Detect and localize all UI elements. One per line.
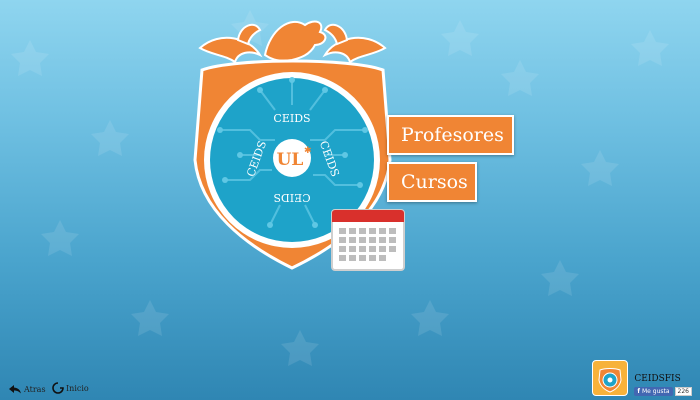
cursos-label: Cursos bbox=[401, 171, 468, 193]
like-count: 226 bbox=[674, 387, 692, 396]
calendar-icon[interactable] bbox=[330, 208, 406, 272]
ring-text-top: CEIDS bbox=[273, 112, 310, 125]
facebook-like-button[interactable]: f Me gusta bbox=[634, 387, 673, 396]
facebook-icon: f bbox=[637, 388, 640, 395]
dragon-crest-icon bbox=[198, 20, 387, 64]
like-label: Me gusta bbox=[642, 388, 670, 395]
cursos-button[interactable]: Cursos bbox=[387, 162, 477, 202]
ul-star-icon: ✱ bbox=[304, 146, 312, 156]
profesores-button[interactable]: Profesores bbox=[387, 115, 514, 155]
ul-logo-text: UL bbox=[277, 150, 304, 170]
ceidsfis-logo-icon[interactable] bbox=[592, 360, 629, 396]
ceidsfis-brand: CEIDSFIS f Me gusta 226 bbox=[592, 360, 692, 396]
home-swirl-icon bbox=[52, 382, 64, 394]
ring-text-bottom: CEIDS bbox=[273, 191, 310, 204]
back-arrow-icon bbox=[9, 385, 21, 394]
profesores-label: Profesores bbox=[401, 124, 504, 146]
back-link[interactable]: Atras bbox=[8, 384, 46, 394]
back-label: Atras bbox=[24, 384, 46, 394]
home-label: Inicio bbox=[66, 383, 89, 393]
brand-name: CEIDSFIS bbox=[634, 374, 681, 384]
home-link[interactable]: Inicio bbox=[52, 382, 89, 394]
